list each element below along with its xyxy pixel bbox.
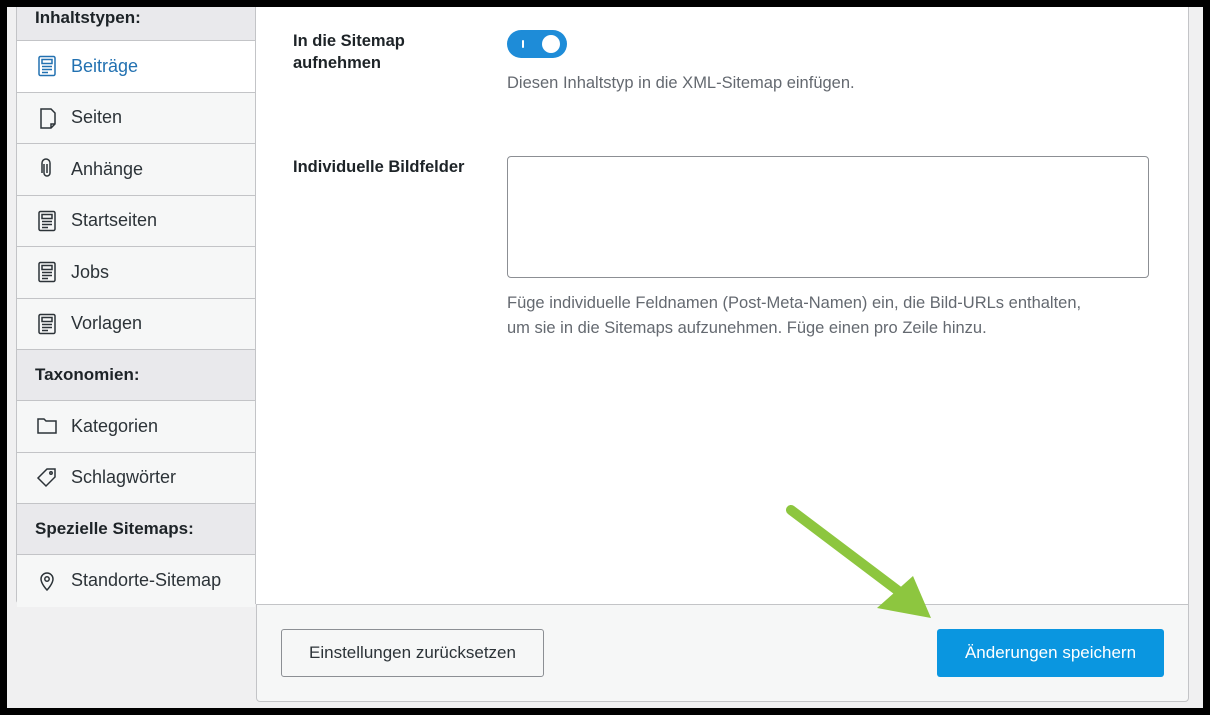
post-icon xyxy=(35,209,59,233)
sidebar-item-label: Jobs xyxy=(71,261,110,282)
sidebar-item-kategorien[interactable]: Kategorien xyxy=(17,401,255,453)
tag-icon xyxy=(35,466,59,490)
settings-footer: Einstellungen zurücksetzen Änderungen sp… xyxy=(256,604,1189,702)
paperclip-icon xyxy=(35,157,59,181)
label-line: aufnehmen xyxy=(293,54,382,72)
include-in-sitemap-label: In die Sitemap aufnehmen xyxy=(293,30,405,74)
sidebar-item-label: Beiträge xyxy=(71,55,139,76)
sidebar-item-label: Seiten xyxy=(71,107,123,128)
reset-settings-button[interactable]: Einstellungen zurücksetzen xyxy=(281,629,544,677)
sidebar-item-anhaenge[interactable]: Anhänge xyxy=(17,144,255,196)
sidebar-item-jobs[interactable]: Jobs xyxy=(17,247,255,299)
toggle-knob xyxy=(542,35,560,53)
sidebar-item-label: Vorlagen xyxy=(71,313,143,334)
label-line: In die Sitemap xyxy=(293,32,405,50)
include-in-sitemap-description: Diesen Inhaltstyp in die XML-Sitemap ein… xyxy=(507,74,855,92)
save-changes-button[interactable]: Änderungen speichern xyxy=(937,629,1164,677)
page-icon xyxy=(35,106,59,130)
settings-panel: In die Sitemap aufnehmen Diesen Inhaltst… xyxy=(256,7,1189,604)
folder-icon xyxy=(35,414,59,438)
image-fields-textarea[interactable] xyxy=(507,156,1149,278)
include-in-sitemap-toggle[interactable] xyxy=(507,30,567,58)
description-line: Füge individuelle Feldnamen (Post-Meta-N… xyxy=(507,294,1082,312)
annotation-arrow-icon xyxy=(786,505,931,618)
settings-screen: Inhaltstypen: Beiträge Seiten Anhänge St… xyxy=(7,7,1203,708)
image-fields-label: Individuelle Bildfelder xyxy=(293,158,465,176)
sidebar-item-standorte-sitemap[interactable]: Standorte-Sitemap xyxy=(17,555,255,607)
description-line: um sie in die Sitemaps aufzunehmen. Füge… xyxy=(507,319,987,337)
sidebar-item-label: Kategorien xyxy=(71,415,159,436)
content-types-heading: Inhaltstypen: xyxy=(17,7,255,41)
sidebar-item-label: Schlagwörter xyxy=(71,467,177,488)
sidebar-item-label: Standorte-Sitemap xyxy=(71,570,222,591)
sitemap-sidebar: Inhaltstypen: Beiträge Seiten Anhänge St… xyxy=(16,7,256,607)
sidebar-item-vorlagen[interactable]: Vorlagen xyxy=(17,298,255,350)
taxonomies-heading: Taxonomien: xyxy=(17,350,255,401)
toggle-on-indicator xyxy=(522,40,524,48)
sidebar-item-seiten[interactable]: Seiten xyxy=(17,92,255,144)
post-icon xyxy=(35,260,59,284)
post-icon xyxy=(35,54,59,78)
sidebar-item-schlagwoerter[interactable]: Schlagwörter xyxy=(17,452,255,504)
special-sitemaps-heading: Spezielle Sitemaps: xyxy=(17,504,255,555)
sidebar-item-label: Startseiten xyxy=(71,210,158,231)
post-icon xyxy=(35,312,59,336)
location-pin-icon xyxy=(35,569,59,593)
sidebar-item-label: Anhänge xyxy=(71,158,144,179)
sidebar-item-startseiten[interactable]: Startseiten xyxy=(17,195,255,247)
image-fields-description: Füge individuelle Feldnamen (Post-Meta-N… xyxy=(507,291,1081,341)
sidebar-item-beitraege[interactable]: Beiträge xyxy=(17,41,255,93)
